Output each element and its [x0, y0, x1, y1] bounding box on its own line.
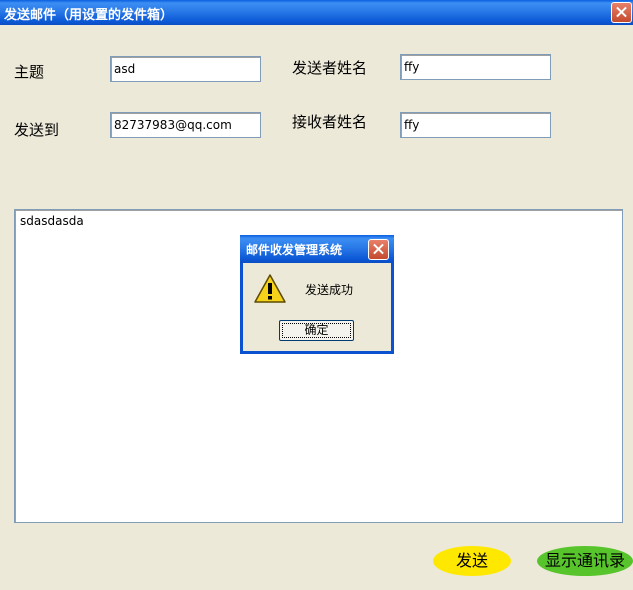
window-close-icon[interactable] — [611, 2, 632, 23]
window-titlebar: 发送邮件（用设置的发件箱） — [0, 0, 633, 25]
message-dialog: 邮件收发管理系统 发送成功 确定 — [240, 235, 394, 354]
dialog-title: 邮件收发管理系统 — [246, 243, 343, 257]
receiver-name-input[interactable] — [400, 112, 551, 138]
subject-input[interactable] — [110, 56, 261, 82]
send-button[interactable]: 发送 — [433, 546, 511, 576]
to-input[interactable] — [110, 112, 261, 138]
ok-button[interactable]: 确定 — [279, 320, 354, 341]
receiver-name-label: 接收者姓名 — [292, 113, 368, 131]
dialog-close-icon[interactable] — [368, 239, 389, 260]
subject-label: 主题 — [14, 63, 45, 81]
dialog-message: 发送成功 — [305, 283, 354, 297]
show-contacts-button[interactable]: 显示通讯录 — [537, 546, 633, 576]
sender-name-input[interactable] — [400, 54, 551, 80]
window-title: 发送邮件（用设置的发件箱） — [4, 8, 174, 23]
sender-name-label: 发送者姓名 — [292, 59, 368, 77]
warning-icon — [254, 274, 286, 303]
ok-button-label: 确定 — [304, 323, 329, 337]
dialog-titlebar: 邮件收发管理系统 — [240, 235, 394, 263]
to-label: 发送到 — [14, 121, 60, 139]
